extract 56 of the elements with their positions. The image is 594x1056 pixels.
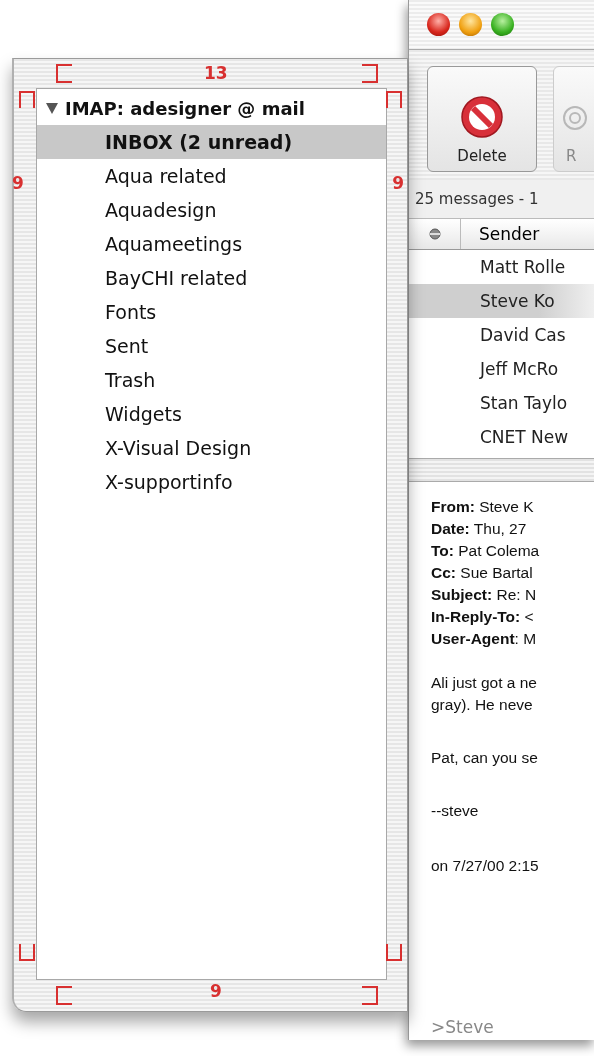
sender-cell: David Cas [480, 325, 566, 345]
sender-cell: Steve Ko [480, 291, 555, 311]
zoom-button[interactable] [491, 13, 514, 36]
header-line: To: Pat Colema [431, 541, 541, 561]
header-line: From: Steve K [431, 497, 535, 517]
header-line: User-Agent: M [431, 629, 538, 649]
mailbox-item[interactable]: X-supportinfo [37, 465, 386, 499]
mailbox-item[interactable]: BayCHI related [37, 261, 386, 295]
body-text: on 7/27/00 2:15 [431, 856, 540, 876]
quoted-text: >Steve [431, 1017, 495, 1037]
column-header[interactable]: Sender [461, 224, 540, 244]
mailbox-item[interactable]: Fonts [37, 295, 386, 329]
status-column-icon [428, 228, 441, 240]
measure-bracket [56, 64, 72, 83]
mailbox-item[interactable]: Aquameetings [37, 227, 386, 261]
mailbox-item[interactable]: Aquadesign [37, 193, 386, 227]
header-line: Date: Thu, 27 [431, 519, 528, 539]
message-row[interactable]: CNET New [409, 420, 594, 454]
body-text: gray). He neve [431, 695, 534, 715]
toolbar-button[interactable]: Delete [427, 66, 537, 172]
ring-icon [562, 105, 588, 131]
header-line: In-Reply-To: < [431, 607, 535, 627]
message-row[interactable]: David Cas [409, 318, 594, 352]
header-line: Subject: Re: N [431, 585, 538, 605]
mailbox-item[interactable]: Widgets [37, 397, 386, 431]
message-row[interactable]: Stan Taylo [409, 386, 594, 420]
mailbox-item[interactable]: Sent [37, 329, 386, 363]
close-button[interactable] [427, 13, 450, 36]
mailbox-item[interactable]: INBOX (2 unread) [37, 125, 386, 159]
message-row[interactable]: Matt Rolle [409, 250, 594, 284]
account-label: IMAP: adesigner @ mail [65, 97, 305, 119]
measure-label: 9 [392, 175, 404, 192]
sender-cell: Jeff McRo [480, 359, 559, 379]
measure-bracket [362, 986, 378, 1005]
sender-cell: Stan Taylo [480, 393, 568, 413]
message-row[interactable]: Jeff McRo [409, 352, 594, 386]
header-line: Cc: Sue Bartal [431, 563, 534, 583]
sender-cell: CNET New [480, 427, 569, 447]
body-text: Ali just got a ne [431, 673, 538, 693]
measure-label: 9 [210, 983, 222, 1000]
mailbox-item[interactable]: X-Visual Design [37, 431, 386, 465]
measure-label: 13 [204, 65, 228, 82]
minimize-button[interactable] [459, 13, 482, 36]
disclosure-triangle[interactable] [45, 101, 59, 115]
measure-bracket [56, 986, 72, 1005]
pane-splitter[interactable] [409, 458, 594, 482]
message-row[interactable]: Steve Ko [409, 284, 594, 318]
sender-cell: Matt Rolle [480, 257, 566, 277]
mailbox-item[interactable]: Aqua related [37, 159, 386, 193]
message-count: 25 messages - 1 [409, 180, 594, 219]
no-entry-icon [458, 93, 506, 141]
measure-bracket [362, 64, 378, 83]
body-text: Pat, can you se [431, 748, 539, 768]
measure-label: 9 [12, 175, 24, 192]
mailbox-item[interactable]: Trash [37, 363, 386, 397]
body-text: --steve [431, 801, 480, 821]
